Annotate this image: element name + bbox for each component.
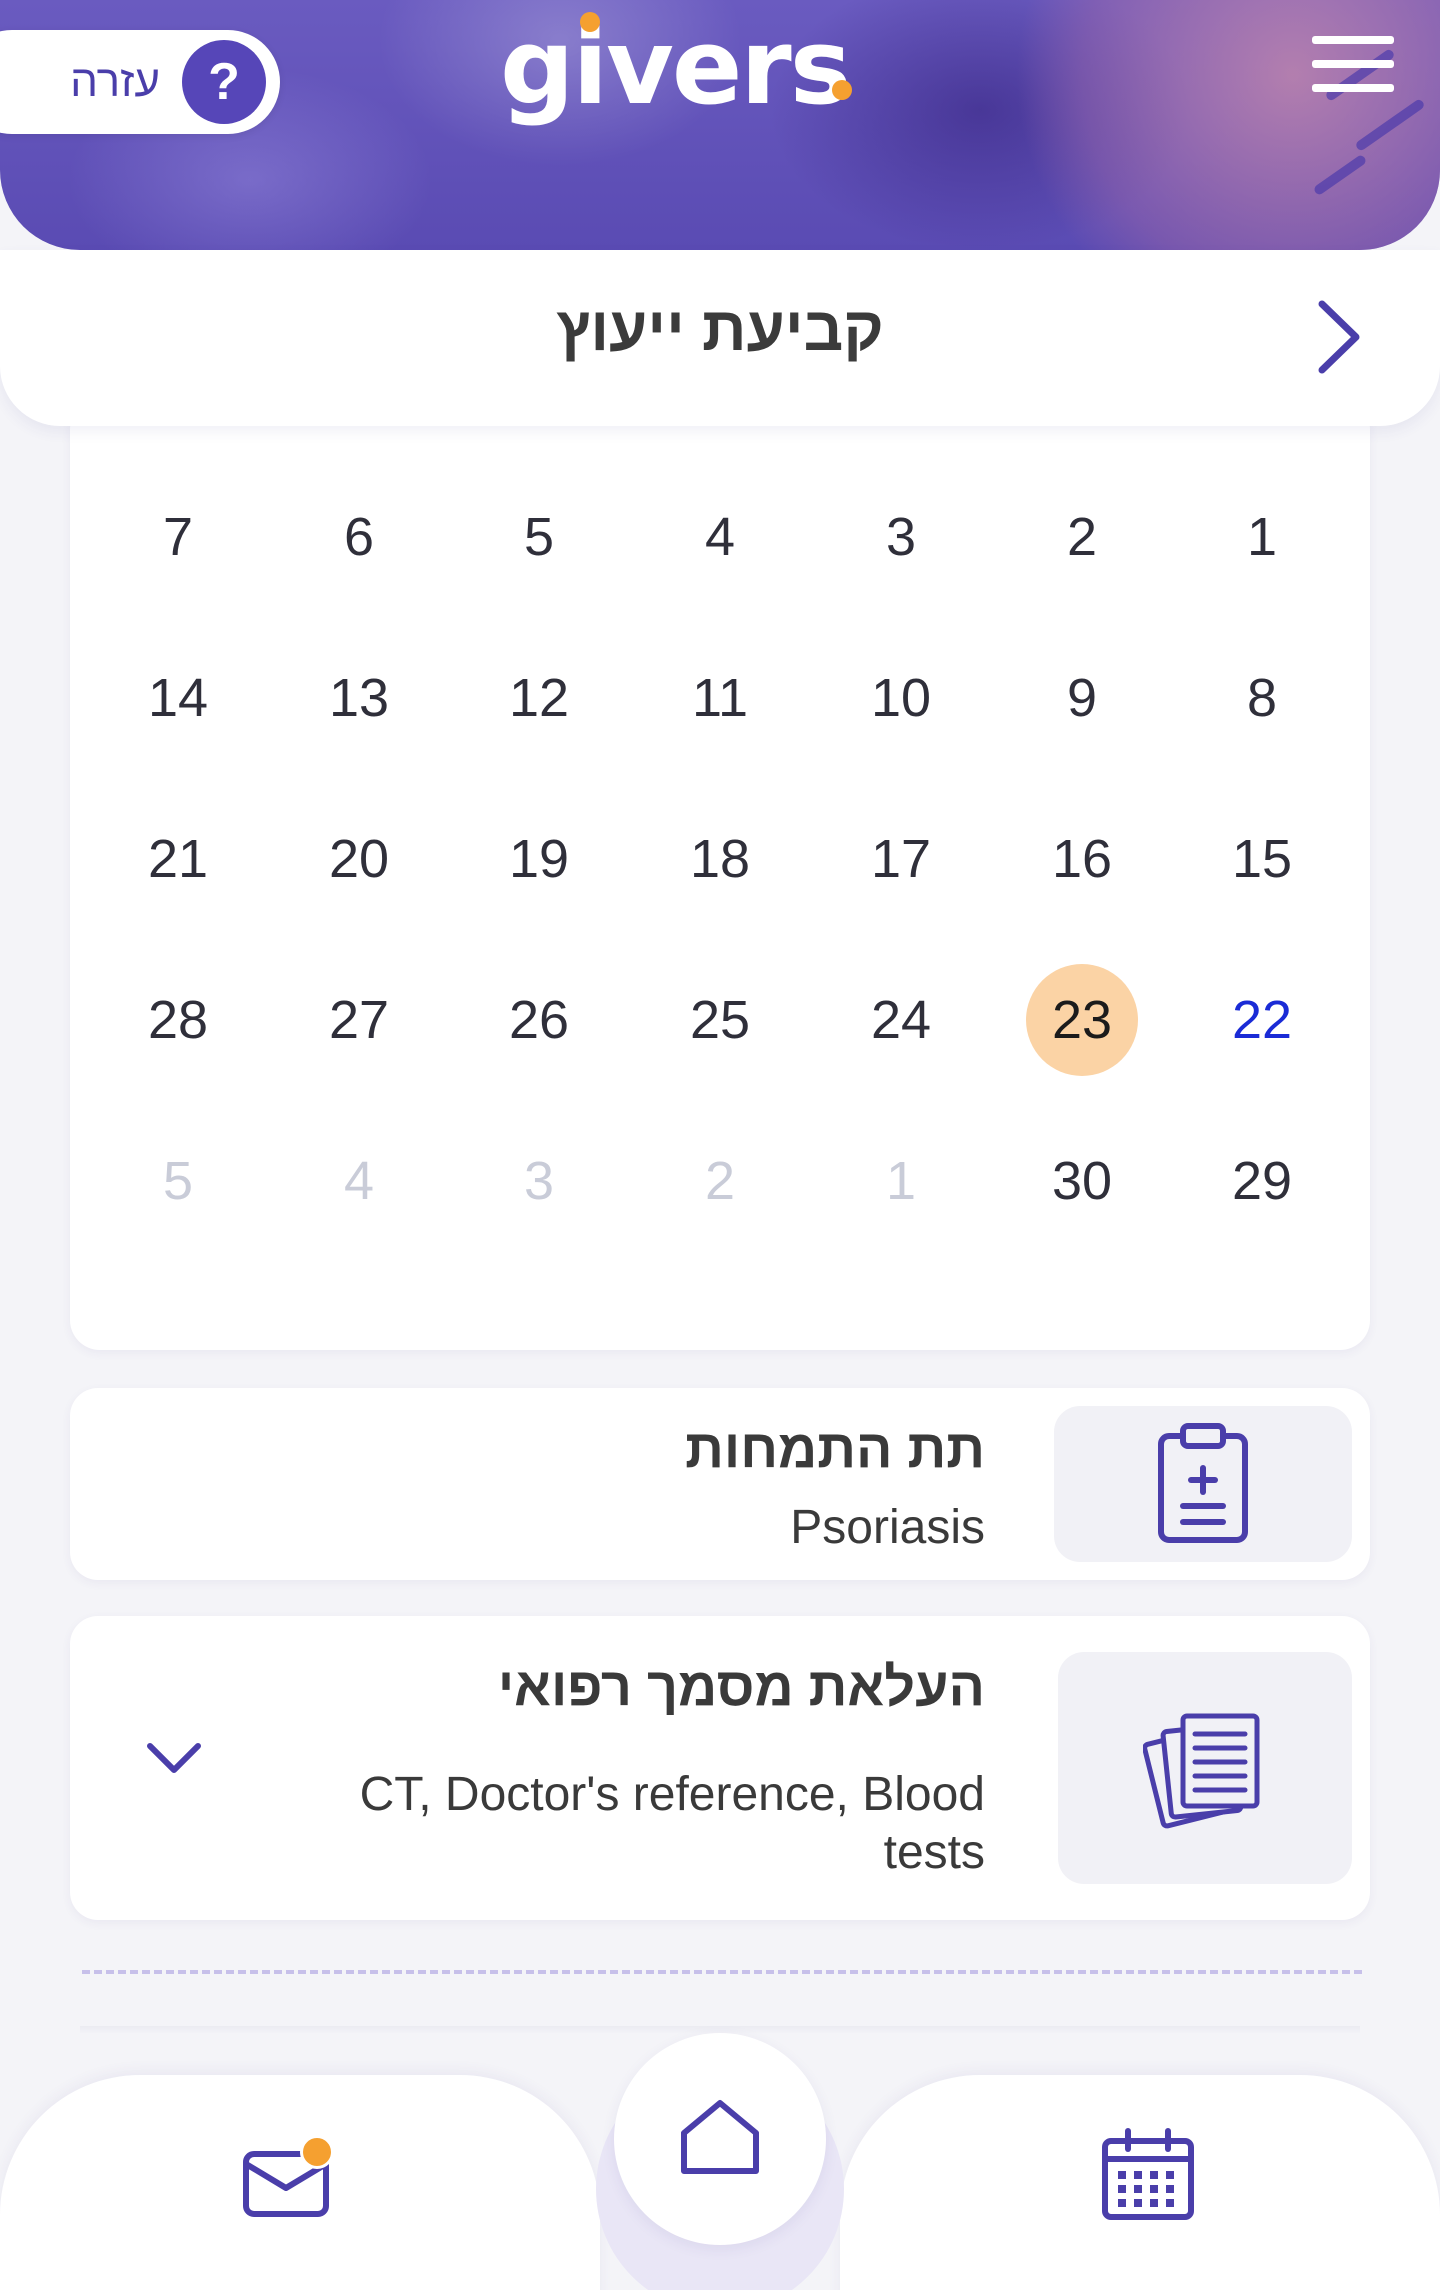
- calendar-day[interactable]: 1: [1202, 477, 1322, 597]
- calendar-day-disabled: 1: [885, 1151, 917, 1211]
- home-icon: [678, 2097, 762, 2182]
- calendar-day[interactable]: 3: [841, 477, 961, 597]
- calendar-day-disabled: 4: [343, 1151, 375, 1211]
- medical-documents-list: CT, Doctor's reference, Blood tests: [359, 1768, 985, 1879]
- question-mark-icon: ?: [182, 40, 266, 124]
- calendar-day[interactable]: 12: [479, 638, 599, 758]
- calendar-card: 7 6 5 4 3 2 1 14 13 12 11 10 9 8 21 20 19 18 17 16 15 28 27 26 2…: [70, 400, 1370, 1350]
- page-title: קביעת ייעוץ: [556, 295, 884, 364]
- clipboard-plus-icon: [1054, 1406, 1352, 1562]
- medical-documents-title: העלאת מסמך רפואי: [497, 1657, 985, 1717]
- calendar-day[interactable]: 14: [118, 638, 238, 758]
- chevron-right-icon[interactable]: [1300, 292, 1380, 382]
- title-bar: קביעת ייעוץ: [0, 250, 1440, 426]
- chevron-down-icon[interactable]: [142, 1736, 206, 1780]
- calendar-grid: 7 6 5 4 3 2 1 14 13 12 11 10 9 8 21 20 19 18 17 16 15 28 27 26 2…: [70, 400, 1370, 1300]
- calendar-day[interactable]: 19: [479, 799, 599, 919]
- calendar-day[interactable]: 24: [841, 960, 961, 1080]
- calendar-day[interactable]: 10: [841, 638, 961, 758]
- calendar-day-disabled: 3: [523, 1151, 555, 1211]
- home-button[interactable]: [614, 2033, 826, 2245]
- calendar-day[interactable]: 17: [841, 799, 961, 919]
- calendar-day[interactable]: 8: [1202, 638, 1322, 758]
- calendar-day-disabled: 2: [704, 1151, 736, 1211]
- calendar-day[interactable]: 15: [1202, 799, 1322, 919]
- help-button[interactable]: עזרה ?: [0, 30, 280, 134]
- appointments-button[interactable]: [1096, 2125, 1200, 2229]
- calendar-day[interactable]: 28: [118, 960, 238, 1080]
- calendar-day[interactable]: 25: [660, 960, 780, 1080]
- calendar-day[interactable]: 13: [299, 638, 419, 758]
- help-label: עזרה: [70, 57, 160, 106]
- calendar-icon: [1100, 2127, 1196, 2228]
- calendar-day[interactable]: 5: [479, 477, 599, 597]
- documents-stack-icon: [1058, 1652, 1352, 1884]
- calendar-day[interactable]: 27: [299, 960, 419, 1080]
- bottom-navigation: [0, 2033, 1440, 2290]
- subspecialty-title: תת התמחות: [685, 1419, 985, 1479]
- hamburger-menu-icon[interactable]: [1312, 36, 1394, 96]
- calendar-day[interactable]: 11: [660, 638, 780, 758]
- calendar-day-disabled: 5: [162, 1151, 194, 1211]
- calendar-day[interactable]: 26: [479, 960, 599, 1080]
- subspecialty-value: Psoriasis: [790, 1501, 985, 1554]
- calendar-day[interactable]: 20: [299, 799, 419, 919]
- givers-logo: givers: [500, 6, 852, 128]
- calendar-day[interactable]: 21: [118, 799, 238, 919]
- calendar-day[interactable]: 23: [1026, 964, 1138, 1076]
- logo-accent-dot: [580, 12, 600, 32]
- calendar-day[interactable]: 22: [1202, 960, 1322, 1080]
- calendar-day[interactable]: 2: [1022, 477, 1142, 597]
- calendar-day[interactable]: 16: [1022, 799, 1142, 919]
- section-divider: [82, 1970, 1362, 1974]
- calendar-day[interactable]: 9: [1022, 638, 1142, 758]
- subspecialty-card[interactable]: תת התמחות Psoriasis: [70, 1388, 1370, 1580]
- calendar-day[interactable]: 6: [299, 477, 419, 597]
- calendar-day[interactable]: 4: [660, 477, 780, 597]
- calendar-day[interactable]: 30: [1022, 1121, 1142, 1241]
- calendar-day[interactable]: 18: [660, 799, 780, 919]
- notification-badge: [300, 2135, 334, 2169]
- medical-documents-card[interactable]: העלאת מסמך רפואי CT, Doctor's reference,…: [70, 1616, 1370, 1920]
- calendar-day[interactable]: 29: [1202, 1121, 1322, 1241]
- logo-accent-dot: [832, 80, 852, 100]
- calendar-day[interactable]: 7: [118, 477, 238, 597]
